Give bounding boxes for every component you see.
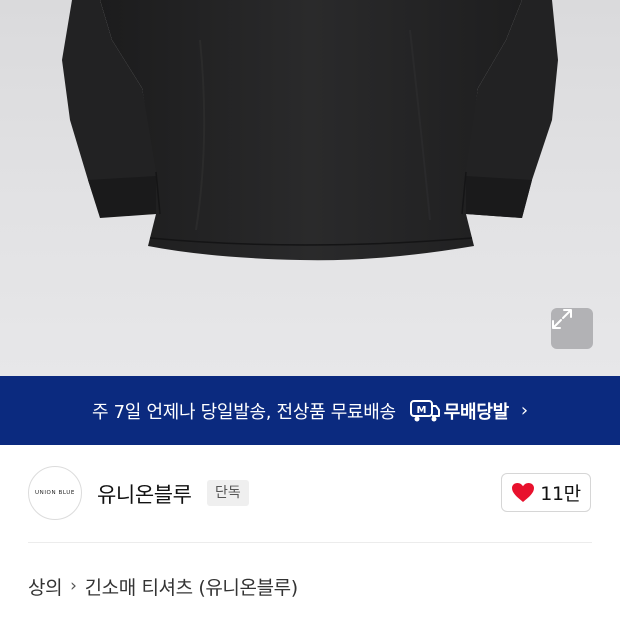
svg-text:M: M: [416, 405, 426, 416]
divider: [28, 542, 592, 543]
brand-row: UNION BLUE 유니온블루 단독 11만: [0, 445, 620, 541]
chevron-right-icon: ›: [70, 576, 77, 596]
exclusive-badge: 단독: [207, 480, 249, 506]
brand-logo[interactable]: UNION BLUE: [28, 466, 82, 520]
banner-logo-text: 무배당발: [443, 401, 509, 423]
brand-logo-text: UNION BLUE: [34, 490, 76, 496]
chevron-right-icon: ›: [520, 400, 529, 421]
black-long-sleeve-shirt-image: [62, 0, 558, 261]
banner-text: 주 7일 언제나 당일발송, 전상품 무료배송: [91, 401, 396, 423]
product-page: 주 7일 언제나 당일발송, 전상품 무료배송 M 무배당발 › UNION B…: [0, 0, 620, 620]
like-button[interactable]: 11만: [501, 473, 591, 512]
brand-name[interactable]: 유니온블루: [97, 479, 192, 509]
expand-icon: [552, 309, 572, 329]
like-count: 11만: [540, 483, 581, 505]
banner-logo: M 무배당발: [409, 398, 509, 424]
breadcrumb-item-long-sleeve[interactable]: 긴소매 티셔츠 (유니온블루): [85, 573, 299, 600]
breadcrumb-item-tops[interactable]: 상의: [28, 573, 63, 600]
free-shipping-banner[interactable]: 주 7일 언제나 당일발송, 전상품 무료배송 M 무배당발 ›: [0, 376, 620, 445]
m-truck-icon: M: [409, 399, 440, 421]
product-image[interactable]: [0, 0, 620, 376]
breadcrumb: 상의 › 긴소매 티셔츠 (유니온블루): [28, 572, 298, 600]
expand-image-button[interactable]: [551, 308, 593, 349]
heart-icon: [512, 483, 535, 502]
